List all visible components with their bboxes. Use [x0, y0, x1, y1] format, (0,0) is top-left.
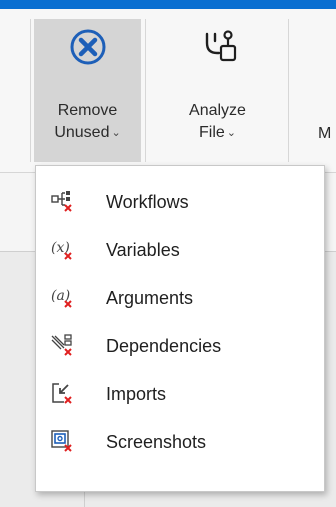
analyze-file-label-line1: Analyze: [189, 102, 246, 119]
menu-item-label: Arguments: [106, 288, 194, 308]
menu-item-label: Variables: [106, 240, 180, 260]
menu-item-screenshots[interactable]: Screenshots: [36, 418, 324, 466]
svg-text:(a): (a): [51, 288, 70, 304]
arguments-remove-icon: (a): [51, 288, 72, 308]
imports-remove-icon: [52, 383, 72, 404]
menu-item-variables[interactable]: (x) Variables: [36, 226, 324, 274]
partial-ribbon-button-label[interactable]: M: [318, 125, 331, 143]
analyze-file-icon: [205, 30, 236, 62]
analyze-file-button[interactable]: Analyze File ⌄: [150, 19, 285, 162]
variables-remove-icon: (x): [51, 240, 72, 260]
ribbon-separator: [30, 19, 31, 162]
chevron-down-icon: ⌄: [111, 127, 121, 139]
menu-item-arguments[interactable]: (a) Arguments: [36, 274, 324, 322]
ribbon-separator: [145, 19, 146, 162]
chevron-down-icon: ⌄: [226, 127, 236, 139]
title-bar-strip: [0, 0, 336, 9]
screenshots-remove-icon: [51, 430, 72, 452]
menu-item-imports[interactable]: Imports: [36, 370, 324, 418]
remove-unused-button[interactable]: Remove Unused ⌄: [34, 19, 141, 162]
dependencies-remove-icon: [51, 334, 72, 356]
menu-item-dependencies[interactable]: Dependencies: [36, 322, 324, 370]
menu-item-label: Dependencies: [106, 336, 222, 356]
remove-unused-label-line2: Unused: [54, 124, 110, 141]
menu-item-label: Workflows: [106, 192, 189, 212]
analyze-file-label-line2: File: [199, 124, 225, 141]
remove-unused-label-line1: Remove: [57, 102, 118, 119]
ribbon-separator: [288, 19, 289, 162]
workflows-remove-icon: [51, 191, 72, 212]
menu-item-workflows[interactable]: Workflows: [36, 178, 324, 226]
menu-item-label: Imports: [106, 384, 167, 404]
ribbon: Remove Unused ⌄ Analyze File ⌄: [0, 9, 336, 173]
remove-unused-dropdown-menu: Workflows (x) Variables (a) Arguments De…: [35, 165, 325, 492]
remove-circle-x-icon: [70, 29, 105, 65]
menu-item-label: Screenshots: [106, 432, 207, 452]
